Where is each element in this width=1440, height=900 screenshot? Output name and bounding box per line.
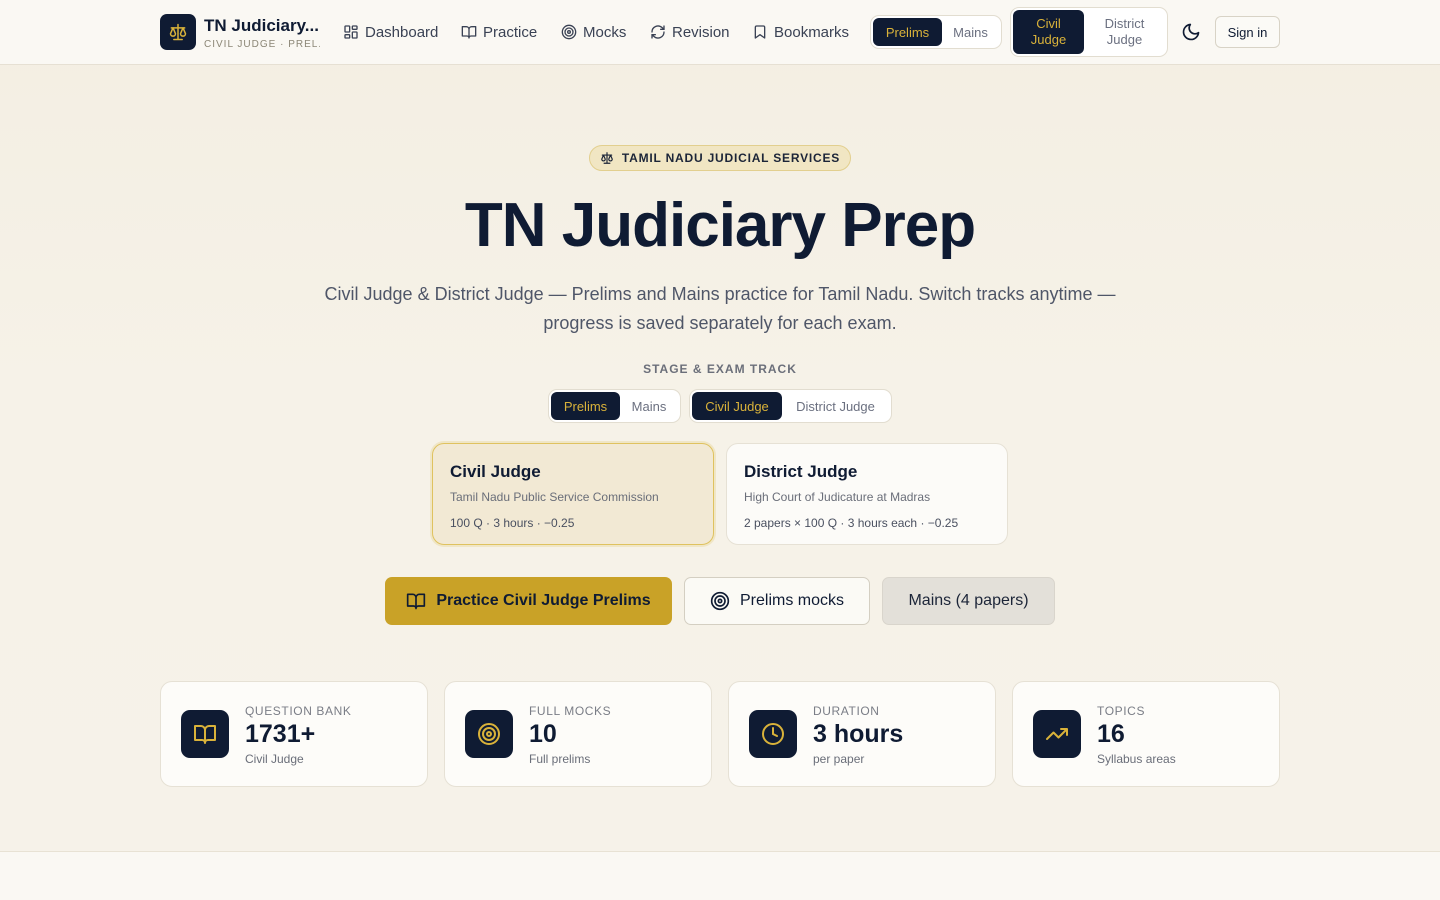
stat-label: QUESTION BANK <box>245 704 352 718</box>
header-stage-toggle: Prelims Mains <box>870 15 1002 49</box>
exam-card-district-judge[interactable]: District Judge High Court of Judicature … <box>726 443 1008 545</box>
stat-card-topics: TOPICS 16 Syllabus areas <box>1012 681 1280 787</box>
mains-button[interactable]: Mains (4 papers) <box>882 577 1055 625</box>
stat-value: 16 <box>1097 720 1125 748</box>
nav-practice[interactable]: Practice <box>461 22 537 42</box>
refresh-icon <box>651 25 665 39</box>
exam-card-meta: 100 Q · 3 hours · −0.25 <box>450 516 575 530</box>
scales-icon <box>601 152 613 164</box>
exam-card-body: Tamil Nadu Public Service Commission <box>450 490 659 504</box>
nav-bookmarks[interactable]: Bookmarks <box>752 22 849 42</box>
stat-sub: Full prelims <box>529 752 591 766</box>
book-icon <box>407 593 426 610</box>
stage-toggle: Prelims Mains <box>548 389 681 423</box>
track-label: STAGE & EXAM TRACK <box>643 362 797 376</box>
exam-civil-judge[interactable]: Civil Judge <box>692 392 782 420</box>
nav-revision[interactable]: Revision <box>650 22 730 42</box>
header-exam-district-judge[interactable]: District Judge <box>1084 10 1165 54</box>
nav-bookmarks-label: Bookmarks <box>774 23 850 41</box>
nav-revision-label: Revision <box>672 23 730 41</box>
nav-mocks-label: Mocks <box>583 23 627 41</box>
dashboard-icon <box>344 25 358 39</box>
region-badge-text: TAMIL NADU JUDICIAL SERVICES <box>621 151 841 165</box>
book-icon <box>181 710 229 758</box>
stat-sub: per paper <box>813 752 865 766</box>
stage-prelims[interactable]: Prelims <box>551 392 620 420</box>
target-icon <box>561 24 577 40</box>
header-stage-mains[interactable]: Mains <box>942 18 999 46</box>
exam-card-body: High Court of Judicature at Madras <box>744 490 931 504</box>
target-icon <box>710 591 730 611</box>
stat-card-full-mocks: FULL MOCKS 10 Full prelims <box>444 681 712 787</box>
stat-sub: Syllabus areas <box>1097 752 1176 766</box>
sign-in-button[interactable]: Sign in <box>1215 16 1280 48</box>
stat-value: 10 <box>529 720 557 748</box>
mains-button-label: Mains (4 papers) <box>908 592 1029 609</box>
stage-mains[interactable]: Mains <box>620 392 678 420</box>
section-divider <box>0 851 1440 852</box>
hero-description: Civil Judge & District Judge — Prelims a… <box>324 284 1116 333</box>
prelims-mocks-button[interactable]: Prelims mocks <box>684 577 870 625</box>
exam-district-judge[interactable]: District Judge <box>782 392 889 420</box>
trending-up-icon <box>1033 710 1081 758</box>
page-title: TN Judiciary Prep <box>464 191 976 260</box>
nav-dashboard[interactable]: Dashboard <box>343 22 438 42</box>
exam-card-title: District Judge <box>744 462 858 481</box>
header-exam-civil-judge[interactable]: Civil Judge <box>1013 10 1084 54</box>
clock-icon <box>749 710 797 758</box>
header-stage-prelims[interactable]: Prelims <box>873 18 942 46</box>
nav-mocks[interactable]: Mocks <box>561 22 626 42</box>
exam-toggle: Civil Judge District Judge <box>689 389 892 423</box>
moon-icon[interactable] <box>1178 19 1204 45</box>
practice-button[interactable]: Practice Civil Judge Prelims <box>385 577 672 625</box>
prelims-mocks-label: Prelims mocks <box>739 592 844 609</box>
stat-sub: Civil Judge <box>245 752 304 766</box>
stat-label: DURATION <box>813 704 880 718</box>
exam-card-civil-judge[interactable]: Civil Judge Tamil Nadu Public Service Co… <box>432 443 714 545</box>
region-badge: TAMIL NADU JUDICIAL SERVICES <box>589 145 851 171</box>
stat-label: FULL MOCKS <box>529 704 612 718</box>
scales-logo-icon[interactable] <box>160 14 196 50</box>
brand-subtitle: CIVIL JUDGE · PREL... <box>204 39 320 50</box>
exam-card-title: Civil Judge <box>450 462 541 481</box>
target-icon <box>465 710 513 758</box>
book-icon <box>461 26 477 39</box>
nav-dashboard-label: Dashboard <box>365 23 439 41</box>
header-exam-toggle: Civil Judge District Judge <box>1010 7 1168 57</box>
stat-value: 1731+ <box>245 720 316 748</box>
nav-practice-label: Practice <box>483 23 538 41</box>
stat-card-duration: DURATION 3 hours per paper <box>728 681 996 787</box>
stat-value: 3 hours <box>813 720 904 748</box>
stat-card-question-bank: QUESTION BANK 1731+ Civil Judge <box>160 681 428 787</box>
stat-label: TOPICS <box>1097 704 1146 718</box>
exam-card-meta: 2 papers × 100 Q · 3 hours each · −0.25 <box>744 516 959 530</box>
brand-title[interactable]: TN Judiciary... <box>204 16 320 36</box>
practice-button-label: Practice Civil Judge Prelims <box>436 592 651 609</box>
top-header: TN Judiciary... CIVIL JUDGE · PREL... Da… <box>0 0 1440 65</box>
bookmark-icon <box>754 25 766 39</box>
